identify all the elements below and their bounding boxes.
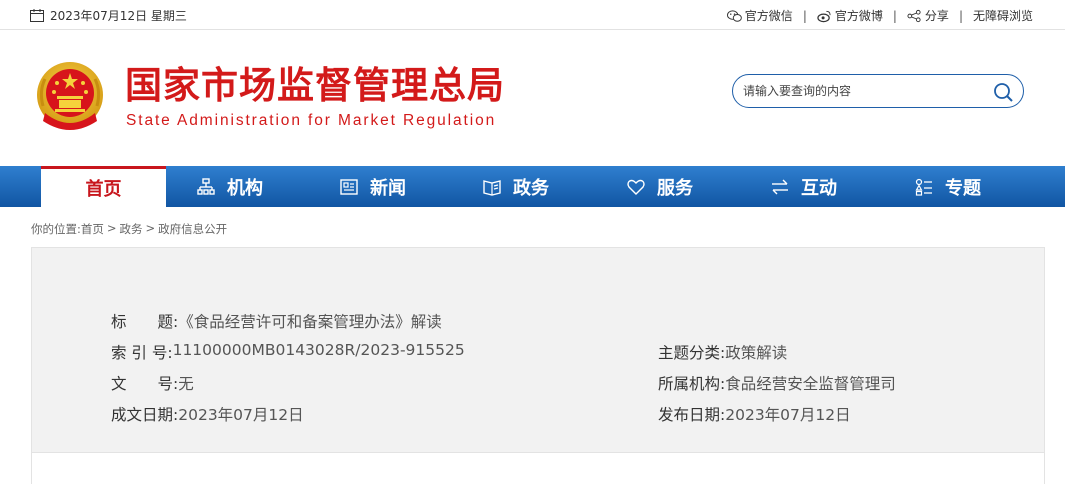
site-header: 国家市场监督管理总局 State Administration for Mark… (0, 31, 1065, 166)
search-input[interactable] (743, 81, 973, 101)
title-value: 《食品经营许可和备案管理办法》解读 (178, 313, 442, 331)
separator: | (958, 8, 963, 23)
search-icon[interactable] (993, 82, 1013, 102)
wechat-icon (726, 9, 742, 22)
info-row-index: 索 引 号: 11100000MB0143028R/2023-915525 (111, 341, 465, 363)
published-label: 发布日期: (658, 406, 726, 424)
search-box (732, 74, 1024, 108)
main-nav: 首页 机构 新闻 政务 服务 互动 专题 (0, 166, 1065, 207)
news-icon (340, 178, 358, 195)
article-body-area (31, 453, 1045, 484)
nav-item-org[interactable]: 机构 (197, 166, 263, 207)
date-text: 2023年07月12日 星期三 (50, 9, 187, 23)
nav-item-label: 政务 (513, 177, 549, 199)
info-row-doc-no: 文 号: 无 (111, 372, 194, 394)
breadcrumb-separator: > (145, 221, 156, 235)
topic-icon (915, 178, 932, 196)
share-label: 分享 (924, 9, 949, 23)
nav-item-topic[interactable]: 专题 (915, 166, 981, 207)
doc-no-label: 文 号: (111, 375, 179, 393)
nav-item-home[interactable]: 首页 (41, 166, 166, 207)
nav-item-label: 互动 (801, 177, 837, 199)
site-title: 国家市场监督管理总局 (125, 64, 505, 107)
info-row-org: 所属机构: 食品经营安全监督管理司 (658, 372, 896, 394)
breadcrumb: 你的位置: 首页 > 政务 > 政府信息公开 (31, 221, 230, 237)
breadcrumb-gov[interactable]: 政务 (120, 221, 143, 237)
gov-icon (483, 179, 501, 196)
nav-item-label: 专题 (945, 177, 981, 199)
share-icon (907, 9, 921, 22)
exchange-icon (772, 179, 788, 194)
nav-item-service[interactable]: 服务 (627, 166, 693, 207)
breadcrumb-separator: > (106, 221, 117, 235)
accessibility-link[interactable]: 无障碍浏览 (973, 7, 1033, 24)
nav-item-interact[interactable]: 互动 (771, 166, 837, 207)
separator: | (892, 8, 897, 23)
org-value: 食品经营安全监督管理司 (725, 375, 896, 393)
calendar-icon (30, 9, 44, 22)
weibo-label: 官方微博 (834, 9, 883, 23)
accessibility-label: 无障碍浏览 (972, 9, 1033, 23)
breadcrumb-prefix: 你的位置: (31, 222, 81, 236)
nav-item-label: 机构 (227, 177, 263, 199)
published-value: 2023年07月12日 (725, 406, 851, 424)
topic-value: 政策解读 (725, 344, 788, 362)
index-value: 11100000MB0143028R/2023-915525 (172, 341, 465, 359)
info-row-topic: 主题分类: 政策解读 (658, 341, 787, 363)
nav-item-news[interactable]: 新闻 (340, 166, 406, 207)
nav-item-label: 新闻 (370, 177, 406, 199)
nav-item-label: 服务 (657, 177, 693, 199)
breadcrumb-info-disclosure[interactable]: 政府信息公开 (158, 221, 227, 237)
top-bar: 2023年07月12日 星期三 官方微信 | 官方微博 | 分享 | 无障碍浏览 (0, 0, 1065, 30)
weibo-icon (817, 10, 831, 22)
document-info-panel: 标 题: 《食品经营许可和备案管理办法》解读 索 引 号: 11100000MB… (31, 247, 1045, 453)
index-label: 索 引 号: (111, 344, 173, 362)
org-icon (197, 177, 215, 195)
wechat-label: 官方微信 (744, 9, 793, 23)
breadcrumb-home[interactable]: 首页 (81, 221, 104, 237)
org-label: 所属机构: (658, 375, 726, 393)
share-link[interactable]: 分享 (907, 7, 949, 24)
nav-item-gov[interactable]: 政务 (483, 166, 549, 207)
heart-icon (627, 179, 645, 195)
site-subtitle: State Administration for Market Regulati… (126, 112, 497, 129)
info-row-title: 标 题: 《食品经营许可和备案管理办法》解读 (111, 310, 442, 332)
created-label: 成文日期: (111, 406, 179, 424)
doc-no-value: 无 (178, 375, 194, 393)
top-links: 官方微信 | 官方微博 | 分享 | 无障碍浏览 (726, 7, 1033, 24)
title-label: 标 题: (111, 313, 179, 331)
info-row-published: 发布日期: 2023年07月12日 (658, 403, 851, 425)
nav-item-label: 首页 (85, 179, 122, 200)
weibo-link[interactable]: 官方微博 (817, 7, 883, 24)
created-value: 2023年07月12日 (178, 406, 304, 424)
date-display: 2023年07月12日 星期三 (30, 7, 187, 24)
topic-label: 主题分类: (658, 344, 726, 362)
info-row-created: 成文日期: 2023年07月12日 (111, 403, 304, 425)
national-emblem-icon (37, 62, 103, 130)
separator: | (802, 8, 807, 23)
wechat-link[interactable]: 官方微信 (726, 7, 793, 24)
